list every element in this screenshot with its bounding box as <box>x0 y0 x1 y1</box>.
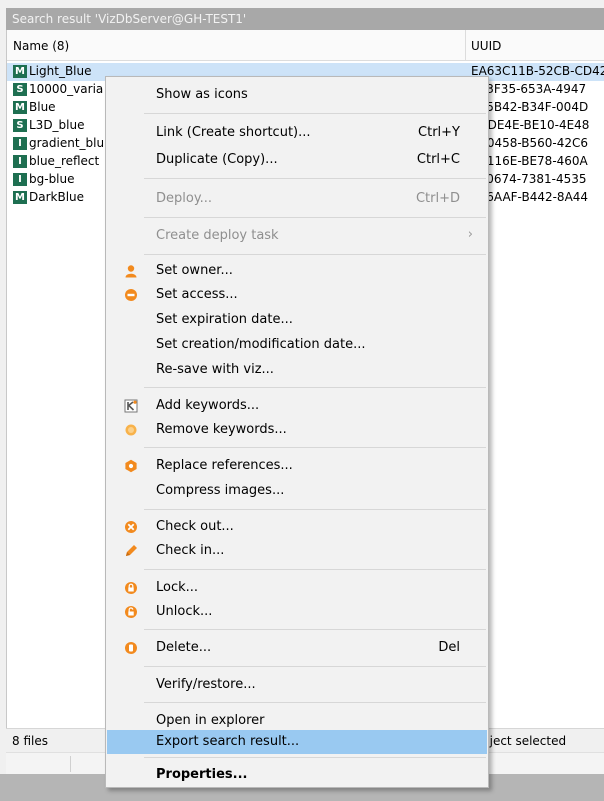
image-icon: I <box>13 155 27 168</box>
menu-item-remove-keywords[interactable]: Remove keywords... <box>107 418 487 442</box>
replace-icon <box>124 459 138 473</box>
menu-separator <box>144 387 486 388</box>
column-header: Name (8) UUID <box>7 30 604 61</box>
check-out-icon <box>124 520 138 534</box>
selection-status: bject selected <box>482 734 567 748</box>
menu-item-check-in[interactable]: Check in... <box>107 539 487 563</box>
material-icon: M <box>13 65 27 78</box>
menu-separator <box>144 447 486 448</box>
menu-item-set-owner[interactable]: Set owner... <box>107 259 487 283</box>
menu-item-replace-references[interactable]: Replace references... <box>107 454 487 478</box>
scene-icon: S <box>13 83 27 96</box>
menu-item-unlock[interactable]: Unlock... <box>107 600 487 624</box>
menu-separator <box>144 666 486 667</box>
row-name: L3D_blue <box>29 118 85 132</box>
menu-separator <box>144 178 486 179</box>
unlock-icon <box>124 605 138 619</box>
column-header-name[interactable]: Name (8) <box>13 39 69 53</box>
image-icon: I <box>13 173 27 186</box>
menu-separator <box>144 254 486 255</box>
material-icon: M <box>13 101 27 114</box>
column-header-uuid[interactable]: UUID <box>471 39 501 53</box>
menu-separator <box>144 702 486 703</box>
window-title: Search result 'VizDbServer@GH-TEST1' <box>6 8 604 30</box>
shortcut-label: Ctrl+C <box>416 152 460 167</box>
menu-item-verify-restore[interactable]: Verify/restore... <box>107 673 487 697</box>
menu-item-show-as-icons[interactable]: Show as icons <box>107 83 487 107</box>
search-result-window: Search result 'VizDbServer@GH-TEST1' Nam… <box>0 0 604 801</box>
menu-item-delete[interactable]: Delete... Del <box>107 636 487 660</box>
menu-item-resave-with-viz[interactable]: Re-save with viz... <box>107 358 487 382</box>
access-icon <box>124 288 138 302</box>
file-count: 8 files <box>12 734 48 748</box>
menu-separator <box>144 217 486 218</box>
menu-separator <box>144 757 486 758</box>
menu-separator <box>144 569 486 570</box>
shortcut-label: Del <box>438 640 460 655</box>
delete-icon <box>124 641 138 655</box>
menu-item-add-keywords[interactable]: Add keywords... <box>107 394 487 418</box>
row-uuid: EA63C11B-52CB-CD42 <box>471 64 604 78</box>
menu-item-link[interactable]: Link (Create shortcut)... Ctrl+Y <box>107 121 487 145</box>
row-name: bg-blue <box>29 172 75 186</box>
context-menu: Show as icons Link (Create shortcut)... … <box>105 76 489 788</box>
material-icon: M <box>13 191 27 204</box>
image-icon: I <box>13 137 27 150</box>
keyword-remove-icon <box>124 423 138 437</box>
menu-item-deploy[interactable]: Deploy... Ctrl+D <box>107 187 487 211</box>
row-name: 10000_varia <box>29 82 104 96</box>
menu-item-duplicate[interactable]: Duplicate (Copy)... Ctrl+C <box>107 148 487 172</box>
menu-item-export-search-result[interactable]: Export search result... <box>107 730 487 754</box>
lock-icon <box>124 581 138 595</box>
column-divider[interactable] <box>465 30 466 61</box>
menu-item-compress-images[interactable]: Compress images... <box>107 479 487 503</box>
owner-icon <box>124 264 138 278</box>
chevron-right-icon: › <box>467 227 473 242</box>
row-name: DarkBlue <box>29 190 85 204</box>
row-name: blue_reflect <box>29 154 100 168</box>
row-name: Blue <box>29 100 56 114</box>
menu-item-check-out[interactable]: Check out... <box>107 515 487 539</box>
menu-separator <box>144 629 486 630</box>
toolstrip-divider <box>70 756 71 772</box>
shortcut-label: Ctrl+Y <box>418 125 460 140</box>
menu-item-lock[interactable]: Lock... <box>107 576 487 600</box>
row-name: Light_Blue <box>29 64 92 78</box>
shortcut-label: Ctrl+D <box>415 191 460 206</box>
menu-item-properties[interactable]: Properties... <box>107 763 487 787</box>
menu-item-create-deploy-task[interactable]: Create deploy task › <box>107 224 487 248</box>
menu-separator <box>144 113 486 114</box>
check-in-icon <box>124 544 138 558</box>
menu-item-set-access[interactable]: Set access... <box>107 283 487 307</box>
row-name: gradient_blu <box>29 136 105 150</box>
menu-item-set-expiration-date[interactable]: Set expiration date... <box>107 308 487 332</box>
keyword-add-icon <box>124 399 138 413</box>
scene-icon: S <box>13 119 27 132</box>
menu-item-set-creation-date[interactable]: Set creation/modification date... <box>107 333 487 357</box>
menu-separator <box>144 509 486 510</box>
